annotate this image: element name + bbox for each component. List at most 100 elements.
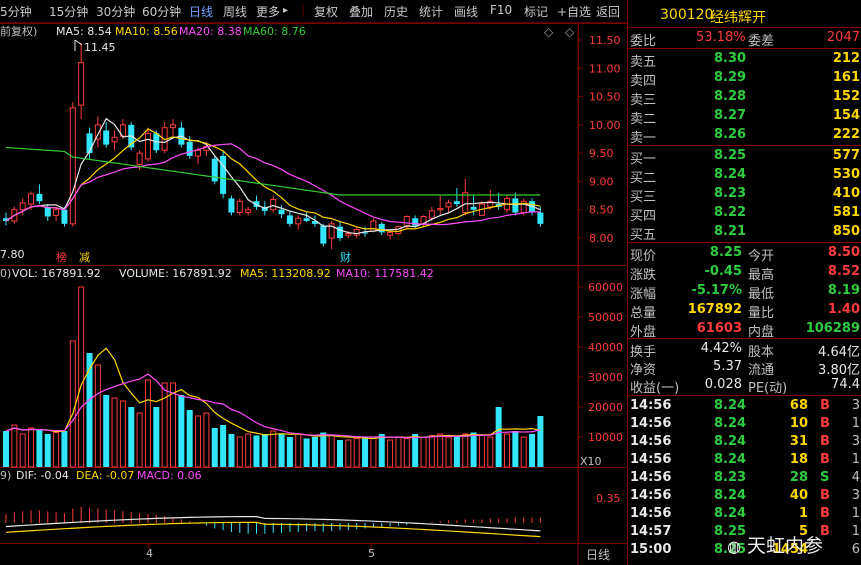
volume-bar	[211, 428, 218, 467]
tick-price: 8.24	[714, 398, 747, 413]
volume-bar	[529, 434, 536, 467]
ma10-line	[5, 128, 541, 233]
period-daily[interactable]: 日线	[189, 3, 213, 20]
tick-volume: 18	[789, 452, 808, 467]
candle-body	[19, 202, 26, 211]
period-15min[interactable]: 15分钟	[49, 3, 88, 20]
volume-bar	[320, 432, 327, 467]
candle-body	[278, 209, 285, 215]
f10-button[interactable]: F10	[490, 3, 512, 17]
statistics-button[interactable]: 统计	[419, 3, 443, 20]
add-watchlist-button[interactable]: +自选	[557, 3, 591, 20]
price-tick: 11.00	[589, 62, 621, 75]
ask-price: 8.26	[714, 127, 747, 142]
candle-body	[537, 212, 544, 224]
tick-count: 1	[851, 524, 860, 539]
volume-bar	[370, 436, 377, 468]
bid-price: 8.22	[714, 205, 747, 220]
volume-bar	[261, 434, 268, 467]
volume-panel-label: 0)	[0, 267, 11, 280]
ask-volume: 161	[832, 70, 860, 85]
tick-count: 3	[851, 398, 860, 413]
back-button[interactable]: 返回	[596, 3, 620, 20]
candle-body	[445, 202, 452, 208]
candle-body	[144, 132, 151, 160]
tick-count: 4	[851, 470, 860, 485]
candle-body	[53, 209, 60, 216]
volume-unit: X10	[580, 455, 602, 468]
ma5-legend: MA5: 8.54	[56, 25, 112, 38]
low-label: 7.80	[0, 248, 25, 261]
ma20-legend: MA20: 8.38	[179, 25, 242, 38]
stat-value: -5.17%	[691, 283, 743, 298]
diff-value: 2047	[826, 30, 860, 45]
volume-bar	[428, 435, 435, 468]
tick-time: 14:56	[630, 434, 672, 449]
history-button[interactable]: 历史	[384, 3, 408, 20]
stat-label: 涨幅	[630, 287, 657, 302]
volume-bar	[420, 436, 427, 468]
tick-time: 14:56	[630, 470, 672, 485]
period-60min[interactable]: 60分钟	[142, 3, 181, 20]
x-label-4: 4	[146, 547, 153, 560]
volume-bar	[295, 433, 302, 468]
volume-bar	[111, 397, 118, 468]
candle-body	[195, 149, 202, 157]
period-weekly[interactable]: 周线	[223, 3, 247, 20]
volume-bar	[186, 410, 193, 467]
stock-code: 300120	[660, 7, 714, 23]
period-30min[interactable]: 30分钟	[96, 3, 135, 20]
tick-flag: B	[820, 434, 830, 449]
adjust-button[interactable]: 复权	[314, 3, 338, 20]
tick-price: 8.24	[714, 416, 747, 431]
ask-volume: 152	[832, 89, 860, 104]
volume-bar	[403, 438, 410, 468]
volume-tick: 30000	[588, 371, 623, 384]
candle-body	[69, 107, 76, 225]
period-more[interactable]: 更多	[256, 3, 280, 20]
bid-price: 8.25	[714, 148, 747, 163]
period-toolbar: 5分钟 15分钟 30分钟 60分钟 日线 周线 更多 ▸ | 复权 叠加 历史…	[0, 0, 627, 23]
bid-volume: 577	[832, 148, 860, 163]
period-5min[interactable]: 5分钟	[0, 3, 32, 20]
stat-value: 1.40	[827, 302, 860, 317]
candle-body	[28, 193, 35, 205]
tick-volume: 68	[789, 398, 808, 413]
stat-label: 量比	[748, 306, 775, 321]
volume-tick: 10000	[588, 431, 623, 444]
candle-body	[295, 217, 302, 225]
volume-bar	[387, 439, 394, 468]
vol-ma10-legend: MA10: 117581.42	[336, 267, 434, 280]
volume-bar	[478, 435, 485, 468]
bid-label: 买四	[630, 209, 657, 224]
x-label-5: 5	[368, 547, 375, 560]
stat-label: 今开	[748, 249, 775, 264]
candle-body	[320, 225, 327, 244]
volume-bar	[228, 434, 235, 467]
info-value: 0.028	[704, 377, 742, 392]
bid-price: 8.21	[714, 224, 747, 239]
tick-volume: 1	[798, 506, 808, 521]
more-arrow-icon[interactable]: ▸	[283, 5, 288, 16]
volume-legend: VOLUME: 167891.92	[119, 267, 232, 280]
volume-bar	[378, 434, 385, 467]
stat-value: -0.45	[704, 264, 742, 279]
tick-count: 1	[851, 452, 860, 467]
volume-bar	[19, 433, 26, 468]
volume-bar	[44, 434, 51, 467]
price-tick: 8.00	[589, 232, 614, 245]
candle-body	[370, 220, 377, 232]
candle-body	[228, 198, 235, 213]
stock-chart[interactable]: 前复权) MA5: 8.54 MA10: 8.56 MA20: 8.38 MA6…	[0, 23, 627, 565]
volume-bar	[345, 439, 352, 468]
volume-bar	[395, 436, 402, 468]
ask-label: 卖一	[630, 131, 657, 146]
draw-line-button[interactable]: 画线	[454, 3, 478, 20]
stat-value: 8.19	[827, 283, 860, 298]
bid-volume: 581	[832, 205, 860, 220]
overlay-button[interactable]: 叠加	[349, 3, 373, 20]
tick-time: 14:56	[630, 416, 672, 431]
bid-volume: 410	[832, 186, 860, 201]
volume-bar	[311, 437, 318, 467]
mark-button[interactable]: 标记	[524, 3, 548, 20]
